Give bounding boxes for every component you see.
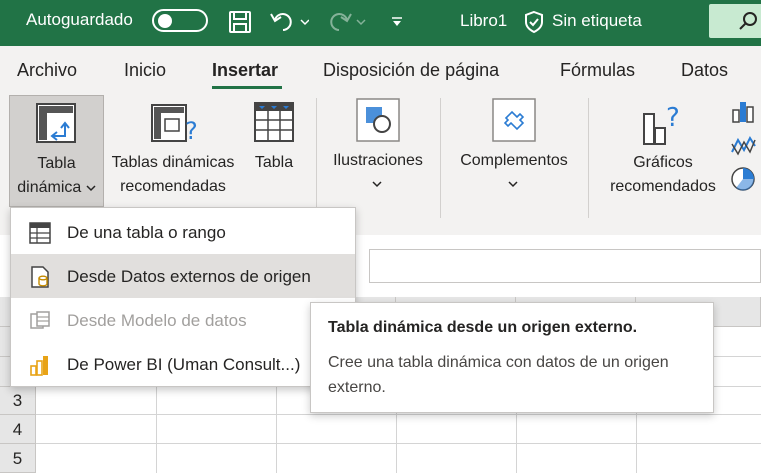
power-bi-icon (30, 356, 48, 376)
tab-datos[interactable]: Datos (681, 60, 728, 81)
row-header-4[interactable]: 4 (0, 415, 36, 444)
recommended-pivot-label-1: Tablas dinámicas (111, 154, 235, 171)
title-bar: Autoguardado Libro1 Sin etiqueta (0, 0, 761, 46)
menu-item-from-table-range[interactable]: De una tabla o rango (11, 210, 355, 254)
ribbon-separator (316, 98, 317, 218)
illustrations-button[interactable]: Ilustraciones (326, 95, 430, 195)
table-range-icon (29, 222, 51, 244)
chevron-down-icon (372, 181, 382, 188)
svg-text:?: ? (666, 103, 680, 133)
shield-icon (522, 8, 546, 36)
menu-item-power-bi[interactable]: De Power BI (Uman Consult...) (11, 342, 355, 386)
gridline (36, 443, 761, 444)
column-chart-icon[interactable] (730, 98, 756, 124)
autosave-toggle[interactable] (152, 9, 208, 32)
addins-icon (492, 98, 536, 142)
save-icon[interactable] (226, 8, 254, 36)
table-label: Tabla (254, 154, 294, 171)
pivot-table-label-2: dinámica (10, 176, 103, 200)
customize-qat-icon[interactable] (388, 8, 406, 36)
menu-item-label: De Power BI (Uman Consult...) (67, 355, 301, 374)
undo-icon[interactable] (268, 8, 310, 36)
recommended-pivot-label-2: recomendadas (120, 178, 226, 195)
ribbon-separator (588, 98, 589, 218)
illustrations-label: Ilustraciones (333, 152, 423, 169)
recommended-pivot-button[interactable]: ? Tablas dinámicas recomendadas (106, 95, 240, 207)
recommended-charts-label-1: Gráficos (633, 154, 693, 171)
ribbon-separator (440, 98, 441, 218)
formula-input[interactable] (369, 249, 761, 283)
pivot-table-label-1: Tabla (37, 155, 76, 172)
formula-divider (362, 249, 366, 283)
addins-button[interactable]: Complementos (450, 95, 578, 195)
chevron-down-icon (508, 181, 518, 188)
recommended-charts-icon: ? (643, 103, 680, 145)
menu-item-data-model[interactable]: Desde Modelo de datos (11, 298, 355, 342)
tooltip-title: Tabla dinámica desde un origen externo. (328, 319, 638, 336)
pivot-table-icon (36, 103, 76, 143)
pivot-table-dropdown: De una tabla o rango Desde Datos externo… (10, 207, 356, 387)
data-model-icon (30, 311, 50, 329)
menu-item-external-data[interactable]: Desde Datos externos de origen (11, 254, 355, 298)
illustrations-icon (356, 98, 400, 142)
tab-insertar[interactable]: Insertar (212, 60, 278, 81)
ribbon-tabs: Archivo Inicio Insertar Disposición de p… (0, 46, 761, 92)
active-tab-indicator (212, 86, 282, 89)
line-chart-icon[interactable] (730, 132, 756, 158)
redo-icon[interactable] (326, 8, 368, 36)
tooltip-body: Cree una tabla dinámica con datos de un … (328, 354, 669, 396)
search-icon (739, 12, 757, 30)
row-header-3[interactable]: 3 (0, 387, 36, 415)
search-box[interactable] (709, 4, 761, 38)
autosave-label: Autoguardado (26, 10, 133, 29)
row-header-5[interactable]: 5 (0, 444, 36, 473)
tab-formulas[interactable]: Fórmulas (560, 60, 635, 81)
document-title[interactable]: Libro1 (460, 11, 507, 31)
pie-chart-icon[interactable] (730, 166, 756, 192)
sensitivity-label[interactable]: Sin etiqueta (552, 11, 642, 31)
table-button[interactable]: Tabla (246, 95, 302, 207)
tab-inicio[interactable]: Inicio (124, 60, 166, 81)
external-data-icon (31, 266, 49, 288)
pivot-table-button[interactable]: Tabla dinámica (9, 95, 104, 207)
recommended-pivot-icon: ? (151, 104, 198, 145)
tab-disposicion[interactable]: Disposición de página (323, 60, 499, 81)
tab-archivo[interactable]: Archivo (17, 60, 77, 81)
chevron-down-icon (86, 185, 96, 192)
table-icon (254, 102, 294, 142)
toggle-knob (158, 14, 172, 28)
gridline (36, 414, 761, 415)
addins-label: Complementos (460, 152, 568, 169)
tooltip: Tabla dinámica desde un origen externo. … (310, 302, 714, 413)
recommended-charts-button[interactable]: ? Gráficos recomendados (598, 95, 728, 207)
menu-item-label: Desde Modelo de datos (67, 311, 247, 330)
menu-item-label: De una tabla o rango (67, 223, 226, 242)
svg-text:?: ? (185, 117, 198, 145)
menu-item-label: Desde Datos externos de origen (67, 267, 311, 286)
recommended-charts-label-2: recomendados (610, 178, 716, 195)
